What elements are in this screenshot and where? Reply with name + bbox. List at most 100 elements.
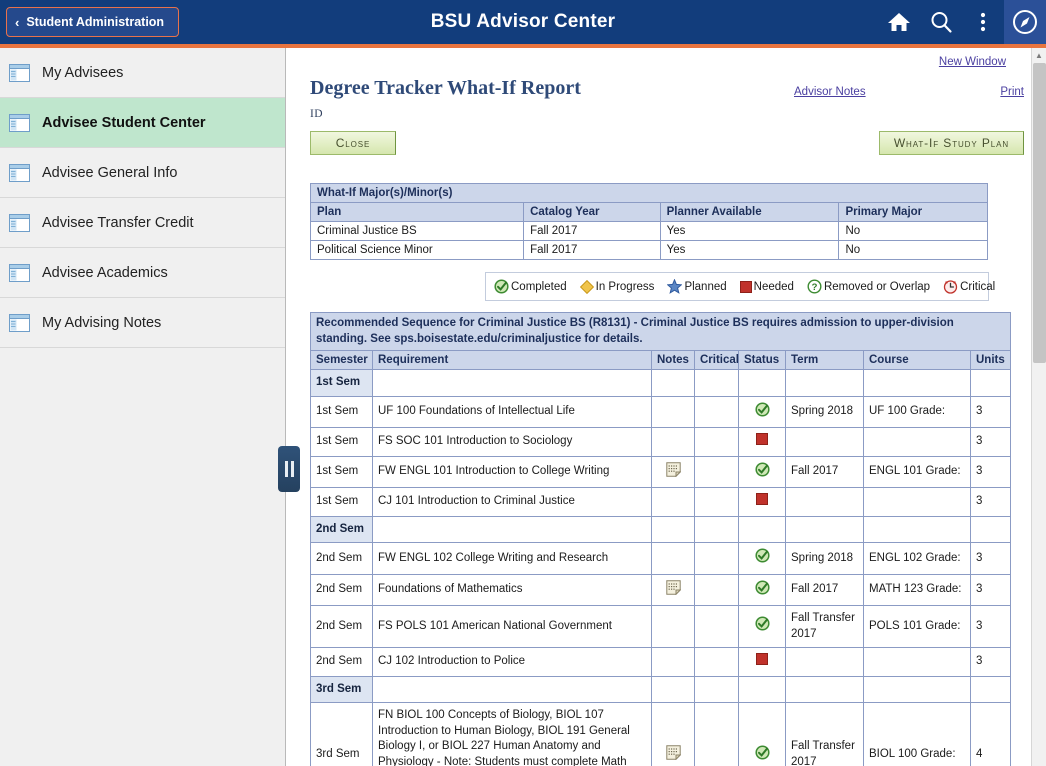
cell-term: Spring 2018: [785, 542, 864, 575]
cell-critical: [694, 487, 739, 517]
action-button-row: Close What-If Study Plan: [310, 131, 1024, 157]
legend-item-planned: Planned: [667, 279, 727, 294]
svg-text:?: ?: [812, 282, 818, 293]
cell-status-needed: [738, 487, 786, 517]
cell-semester: 1st Sem: [310, 427, 373, 457]
close-button[interactable]: Close: [310, 131, 396, 155]
sidebar-item-advisee-general-info[interactable]: Advisee General Info: [0, 148, 285, 198]
scroll-up-arrow[interactable]: ▲: [1032, 48, 1046, 63]
cell-critical: [694, 573, 739, 607]
sequence-column-header: Course: [863, 350, 971, 371]
note-icon: [665, 579, 681, 596]
cell-semester: 3rd Sem: [310, 702, 373, 766]
empty-cell: [694, 675, 739, 704]
sequence-table-row: 1st Sem FW ENGL 101 Introduction to Colle…: [310, 455, 1012, 489]
cell-semester: 2nd Sem: [310, 542, 373, 575]
completed-icon: [754, 580, 770, 595]
sidebar-item-my-advisees[interactable]: My Advisees: [0, 48, 285, 98]
cell-term: Fall 2017: [785, 455, 864, 489]
cell-units: 4: [969, 702, 1012, 766]
cell-units: 3: [969, 573, 1012, 607]
sidebar-item-my-advising-notes[interactable]: My Advising Notes: [0, 298, 285, 348]
sidebar-item-advisee-student-center[interactable]: Advisee Student Center: [0, 98, 285, 148]
empty-cell: [694, 515, 739, 544]
empty-cell: [738, 675, 786, 704]
legend-label: In Progress: [595, 280, 655, 293]
cell-units: 3: [969, 605, 1012, 649]
empty-cell: [372, 369, 652, 397]
back-to-student-administration-button[interactable]: ‹ Student Administration: [6, 7, 180, 37]
semester-group-label: 2nd Sem: [310, 515, 373, 544]
what-if-majors-table: What-If Major(s)/Minor(s) Plan Catalog Ye…: [309, 183, 988, 260]
cell-status-completed: [738, 702, 786, 766]
completed-icon: [754, 401, 770, 417]
cell-critical: [694, 605, 739, 649]
cell-notes[interactable]: [651, 455, 695, 489]
empty-cell: [785, 515, 864, 544]
needed-icon: [739, 280, 752, 293]
cell-notes[interactable]: [651, 573, 695, 607]
needed-icon: [756, 653, 768, 666]
new-window-row: New Window: [310, 48, 1024, 68]
what-if-cell-plan: Criminal Justice BS: [309, 221, 525, 241]
home-icon[interactable]: [878, 0, 920, 44]
completed-icon: [754, 548, 770, 563]
page-icon: [9, 113, 30, 132]
navigator-compass-icon[interactable]: [1004, 0, 1046, 44]
sequence-table-header-row: Semester Requirement Notes Critical Status Te…: [310, 350, 1012, 371]
sidebar-item-label: Advisee Academics: [42, 264, 168, 281]
cell-notes: [651, 605, 695, 649]
search-icon[interactable]: [920, 0, 962, 44]
cell-term: [785, 427, 864, 457]
sequence-table-row: 2nd Sem Foundations of Mathematics Fall 2…: [310, 573, 1012, 607]
cell-course: UF 100 Grade:: [863, 395, 971, 429]
removed-or-overlap-icon: ?: [807, 279, 822, 294]
student-id-label: ID: [310, 108, 323, 120]
legend-label: Critical: [960, 280, 996, 293]
sidebar-collapse-handle[interactable]: [278, 446, 300, 492]
sidebar-item-advisee-transfer-credit[interactable]: Advisee Transfer Credit: [0, 198, 285, 248]
sequence-table-row: 1st Sem CJ 101 Introduction to Criminal J…: [310, 487, 1012, 517]
cell-critical: [694, 542, 739, 575]
page-icon: [9, 163, 30, 182]
print-link[interactable]: Print: [1000, 86, 1024, 98]
scrollbar-thumb[interactable]: [1033, 63, 1046, 363]
cell-notes[interactable]: [651, 702, 695, 766]
actions-menu-icon[interactable]: [962, 0, 1004, 44]
sequence-table-row: 2nd Sem FW ENGL 102 College Writing and R…: [310, 542, 1012, 575]
empty-cell: [969, 369, 1012, 397]
cell-status-completed: [738, 542, 786, 575]
cell-units: 3: [969, 427, 1012, 457]
sidebar-item-label: My Advising Notes: [42, 314, 162, 331]
empty-cell: [651, 369, 695, 397]
semester-group-label: 1st Sem: [310, 369, 373, 397]
legend-item-removed-or-overlap: ? Removed or Overlap: [807, 279, 930, 294]
back-button-label: Student Administration: [26, 15, 165, 29]
what-if-study-plan-button[interactable]: What-If Study Plan: [878, 131, 1024, 155]
cell-requirement: UF 100 Foundations of Intellectual Life: [372, 395, 652, 429]
main-content-pane: New Window Degree Tracker What-If Report…: [286, 48, 1046, 766]
what-if-table-caption: What-If Major(s)/Minor(s): [310, 183, 988, 203]
sidebar-item-advisee-academics[interactable]: Advisee Academics: [0, 248, 285, 298]
new-window-link[interactable]: New Window: [939, 56, 1006, 68]
what-if-column-header: Catalog Year: [523, 202, 661, 222]
sequence-table-row: 1st Sem UF 100 Foundations of Intellectua…: [310, 395, 1012, 429]
sidebar-item-label: Advisee Transfer Credit: [42, 214, 194, 231]
recommended-sequence-table: Recommended Sequence for Criminal Justic…: [309, 311, 1012, 766]
advisor-notes-link[interactable]: Advisor Notes: [794, 86, 866, 98]
empty-cell: [694, 369, 739, 397]
what-if-cell-planner-available: Yes: [659, 240, 840, 260]
top-bar-icon-group: [878, 0, 1046, 44]
handle-bar-left: [284, 461, 288, 477]
what-if-table-row: Criminal Justice BS Fall 2017 Yes No: [309, 221, 988, 241]
legend-label: Completed: [511, 280, 567, 293]
cell-notes: [651, 647, 695, 677]
sequence-column-header: Notes: [651, 350, 695, 371]
cell-course: [863, 487, 971, 517]
cell-semester: 2nd Sem: [310, 605, 373, 649]
empty-cell: [651, 515, 695, 544]
vertical-scrollbar[interactable]: ▲: [1031, 48, 1046, 766]
cell-critical: [694, 702, 739, 766]
cell-requirement: Foundations of Mathematics: [372, 573, 652, 607]
handle-bar-right: [290, 461, 294, 477]
